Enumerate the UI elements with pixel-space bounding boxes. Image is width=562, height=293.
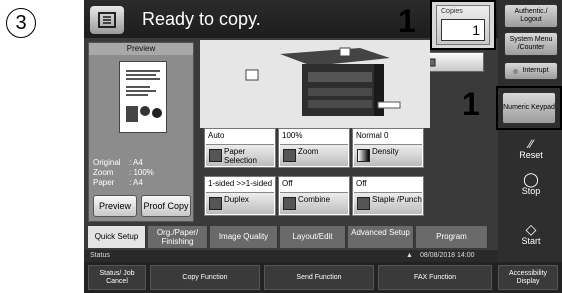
reset-button[interactable]: ∕∕ Reset [504,138,558,160]
tab-advanced-setup[interactable]: Advanced Setup [348,226,414,248]
density-icon [357,149,370,162]
staple-icon [357,197,370,210]
preview-panel: Preview Original : A4 Zoom : 100% Paper [88,42,194,222]
status-label: Status [90,252,110,259]
machine-illustration [200,40,430,128]
tab-layout-edit[interactable]: Layout/Edit [280,226,346,248]
zoom-label: Zoom [93,168,114,177]
zoom-tile-label: Zoom [298,147,319,156]
tab-program[interactable]: Program [416,226,488,248]
accessibility-display-button[interactable]: Accessibility Display [498,265,558,290]
preview-page-thumbnail [119,61,167,133]
status-message: Ready to copy. [142,9,261,29]
interrupt-label: Interrupt [522,67,549,74]
start-label: Start [521,236,541,246]
paper-label: Paper [93,178,115,187]
tab-bar: Quick Setup Org./Paper/ Finishing Image … [88,226,494,248]
original-value: A4 [133,158,143,167]
staple-punch-tile[interactable]: Off Staple /Punch [352,176,424,216]
zoom-icon [283,149,296,162]
numeric-keypad-highlight: Numeric Keypad [496,86,562,130]
fax-function-button[interactable]: FAX Function [378,265,492,290]
side-panel: Authentic./ Logout System Menu /Counter … [498,0,562,262]
copies-label: Copies [441,8,463,15]
bottom-bar: Status/ Job Cancel Copy Function Send Fu… [84,262,562,293]
interrupt-button[interactable]: Interrupt [504,62,558,80]
paper-selection-label: Paper Selection [224,147,257,165]
numeric-keypad-button[interactable]: Numeric Keypad [502,92,556,124]
paper-tray-button[interactable] [424,52,484,72]
combine-label: Combine [298,195,331,204]
tab-org-paper-finishing[interactable]: Org./Paper/ Finishing [148,226,208,248]
zoom-value: 100% [133,168,154,177]
combine-tile[interactable]: Off Combine [278,176,350,216]
density-tile[interactable]: Normal 0 Density [352,128,424,168]
duplex-icon [209,197,222,210]
authentic-logout-button[interactable]: Authentic./ Logout [504,4,558,28]
copy-screen: Ready to copy. 1 Copies 1 Preview Origin… [84,0,498,262]
staple-punch-value: Off [356,179,367,188]
paper-value: A4 [133,178,143,187]
density-label: Density [372,147,399,156]
copies-value: 1 [441,19,485,41]
reset-icon: ∕∕ [528,137,533,151]
stop-button[interactable]: ◯ Stop [504,172,558,196]
duplex-value: 1-sided >>1-sided [208,179,273,188]
combine-icon [283,197,296,210]
paper-selection-value: Auto [208,131,225,140]
status-datetime: 08/08/2018 14:00 [420,252,475,259]
indicator-dot-icon [513,68,519,74]
combine-value: Off [282,179,293,188]
proof-copy-button[interactable]: Proof Copy [141,195,191,217]
stop-label: Stop [521,186,541,196]
duplex-tile[interactable]: 1-sided >>1-sided Duplex [204,176,276,216]
wifi-icon: ▲ [406,252,413,259]
status-job-cancel-button[interactable]: Status/ Job Cancel [88,265,146,290]
start-icon: ◇ [525,221,537,237]
duplex-label: Duplex [224,195,249,204]
copy-function-button[interactable]: Copy Function [150,265,260,290]
tab-image-quality[interactable]: Image Quality [210,226,278,248]
staple-punch-label: Staple /Punch [372,195,422,204]
stop-icon: ◯ [523,171,539,187]
step-number: 3 [6,8,36,38]
tab-quick-setup[interactable]: Quick Setup [88,226,146,248]
status-bar: Status ▲ 08/08/2018 14:00 [84,250,498,262]
zoom-tile[interactable]: 100% Zoom [278,128,350,168]
paper-selection-tile[interactable]: Auto Paper Selection [204,128,276,168]
system-menu-counter-button[interactable]: System Menu /Counter [504,32,558,56]
preview-info: Original : A4 Zoom : 100% Paper : A4 [93,158,154,187]
send-function-button[interactable]: Send Function [264,265,374,290]
copies-field[interactable]: Copies 1 [430,0,496,50]
start-button[interactable]: ◇ Start [504,222,558,246]
zoom-tile-value: 100% [282,131,303,140]
density-value: Normal 0 [356,131,389,140]
reset-label: Reset [519,150,543,160]
home-icon [98,12,116,28]
printer-icon [245,47,401,116]
preview-title: Preview [89,43,193,55]
callout-number: 1 [398,3,416,39]
preview-button[interactable]: Preview [93,195,137,217]
original-label: Original [93,158,121,167]
home-button[interactable] [90,6,124,34]
callout-number: 1 [462,86,480,122]
paper-icon [209,149,222,162]
